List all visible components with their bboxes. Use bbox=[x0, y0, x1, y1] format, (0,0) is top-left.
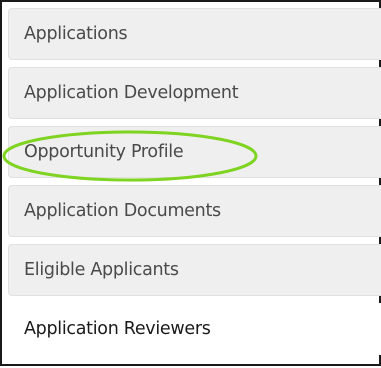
menu-item-opportunity-profile[interactable]: Opportunity Profile bbox=[8, 126, 381, 178]
menu-item-applications[interactable]: Applications bbox=[8, 8, 381, 60]
menu-item-label: Application Development bbox=[24, 83, 239, 103]
screenshot-frame: Applications Application Development Opp… bbox=[0, 0, 381, 366]
menu-item-label: Opportunity Profile bbox=[24, 142, 184, 162]
menu-item-eligible-applicants[interactable]: Eligible Applicants bbox=[8, 244, 381, 296]
menu-item-application-documents[interactable]: Application Documents bbox=[8, 185, 381, 237]
menu-item-label: Application Documents bbox=[24, 201, 221, 221]
menu-item-application-development[interactable]: Application Development bbox=[8, 67, 381, 119]
menu-item-label: Applications bbox=[24, 24, 128, 44]
menu-item-label: Eligible Applicants bbox=[24, 260, 179, 280]
menu-item-application-reviewers[interactable]: Application Reviewers bbox=[8, 303, 381, 355]
side-navigation-menu: Applications Application Development Opp… bbox=[8, 8, 381, 364]
menu-item-label: Application Reviewers bbox=[24, 319, 211, 339]
